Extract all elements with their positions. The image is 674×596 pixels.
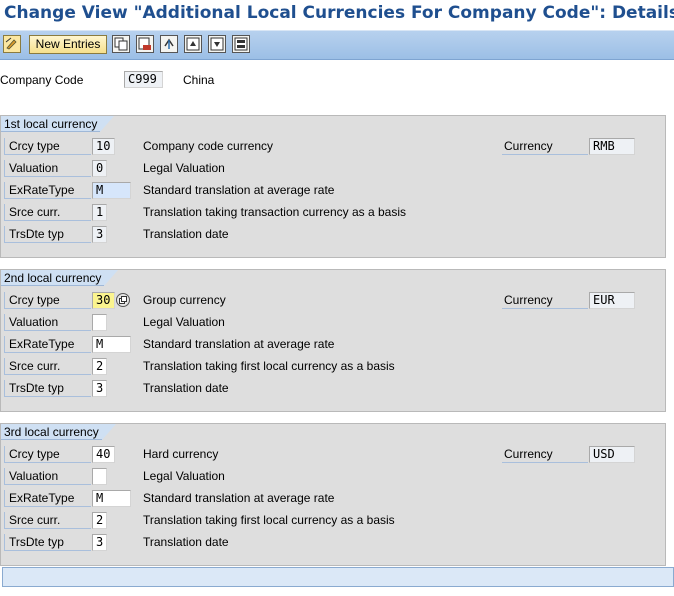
group-2nd-local-currency: 2nd local currency Crcy type 30 Group cu… (0, 269, 666, 412)
valuation-desc: Legal Valuation (143, 469, 225, 483)
currency-label: Currency (502, 292, 588, 309)
application-toolbar: New Entries (0, 30, 674, 60)
srce-curr-label: Srce curr. (4, 512, 91, 529)
exratetype-desc: Standard translation at average rate (143, 337, 335, 351)
group-title: 1st local currency (1, 116, 101, 132)
valuation-field[interactable] (92, 314, 107, 331)
srce-curr-desc: Translation taking first local currency … (143, 359, 395, 373)
currency-field[interactable]: EUR (589, 292, 635, 309)
new-entries-button[interactable]: New Entries (29, 35, 107, 54)
crcy-type-field[interactable]: 10 (92, 138, 115, 155)
select-all-icon[interactable] (232, 35, 250, 53)
group-title-tab: 3rd local currency (1, 424, 116, 440)
exratetype-label: ExRateType (4, 182, 91, 199)
trsdte-typ-label: TrsDte typ (4, 534, 91, 551)
srce-curr-field[interactable]: 2 (92, 358, 107, 375)
srce-curr-field[interactable]: 1 (92, 204, 107, 221)
delete-icon[interactable] (136, 35, 154, 53)
srce-curr-label: Srce curr. (4, 358, 91, 375)
page-title: Change View "Additional Local Currencies… (4, 3, 674, 23)
crcy-type-label: Crcy type (4, 292, 91, 309)
exratetype-label: ExRateType (4, 336, 91, 353)
group-3rd-local-currency: 3rd local currency Crcy type 40 Hard cur… (0, 423, 666, 566)
crcy-type-field[interactable]: 40 (92, 446, 115, 463)
valuation-desc: Legal Valuation (143, 161, 225, 175)
crcy-type-desc: Company code currency (143, 139, 274, 153)
srce-curr-desc: Translation taking transaction currency … (143, 205, 407, 219)
exratetype-field[interactable]: M (92, 490, 131, 507)
valuation-desc: Legal Valuation (143, 315, 225, 329)
trsdte-typ-desc: Translation date (143, 535, 229, 549)
exratetype-label: ExRateType (4, 490, 91, 507)
trsdte-typ-desc: Translation date (143, 381, 229, 395)
valuation-field[interactable]: 0 (92, 160, 107, 177)
exratetype-field[interactable]: M (92, 336, 131, 353)
exratetype-desc: Standard translation at average rate (143, 491, 335, 505)
edit-toggle-icon[interactable] (3, 35, 21, 53)
group-title-tab: 1st local currency (1, 116, 115, 132)
valuation-field[interactable] (92, 468, 107, 485)
currency-field[interactable]: USD (589, 446, 635, 463)
trsdte-typ-field[interactable]: 3 (92, 534, 107, 551)
trsdte-typ-field[interactable]: 3 (92, 226, 107, 243)
currency-field[interactable]: RMB (589, 138, 635, 155)
crcy-type-label: Crcy type (4, 446, 91, 463)
group-1st-local-currency: 1st local currency Crcy type 10 Company … (0, 115, 666, 258)
group-title-tab: 2nd local currency (1, 270, 119, 286)
group-title: 2nd local currency (1, 270, 105, 286)
trsdte-typ-desc: Translation date (143, 227, 229, 241)
currency-label: Currency (502, 138, 588, 155)
trsdte-typ-label: TrsDte typ (4, 380, 91, 397)
company-code-field[interactable]: C999 (124, 71, 163, 88)
value-help-icon[interactable] (116, 293, 130, 307)
undo-icon[interactable] (160, 35, 178, 53)
trsdte-typ-label: TrsDte typ (4, 226, 91, 243)
group-title: 3rd local currency (1, 424, 102, 440)
srce-curr-desc: Translation taking first local currency … (143, 513, 395, 527)
crcy-type-label: Crcy type (4, 138, 91, 155)
previous-entry-icon[interactable] (184, 35, 202, 53)
valuation-label: Valuation (4, 314, 91, 331)
currency-label: Currency (502, 446, 588, 463)
srce-curr-label: Srce curr. (4, 204, 91, 221)
company-code-label: Company Code (0, 73, 84, 87)
crcy-type-desc: Hard currency (143, 447, 219, 461)
company-name-text: China (183, 73, 215, 87)
valuation-label: Valuation (4, 160, 91, 177)
next-entry-icon[interactable] (208, 35, 226, 53)
valuation-label: Valuation (4, 468, 91, 485)
status-bar (2, 567, 674, 587)
crcy-type-field[interactable]: 30 (92, 292, 115, 309)
crcy-type-desc: Group currency (143, 293, 226, 307)
trsdte-typ-field[interactable]: 3 (92, 380, 107, 397)
exratetype-field[interactable]: M (92, 182, 131, 199)
exratetype-desc: Standard translation at average rate (143, 183, 335, 197)
srce-curr-field[interactable]: 2 (92, 512, 107, 529)
copy-icon[interactable] (112, 35, 130, 53)
